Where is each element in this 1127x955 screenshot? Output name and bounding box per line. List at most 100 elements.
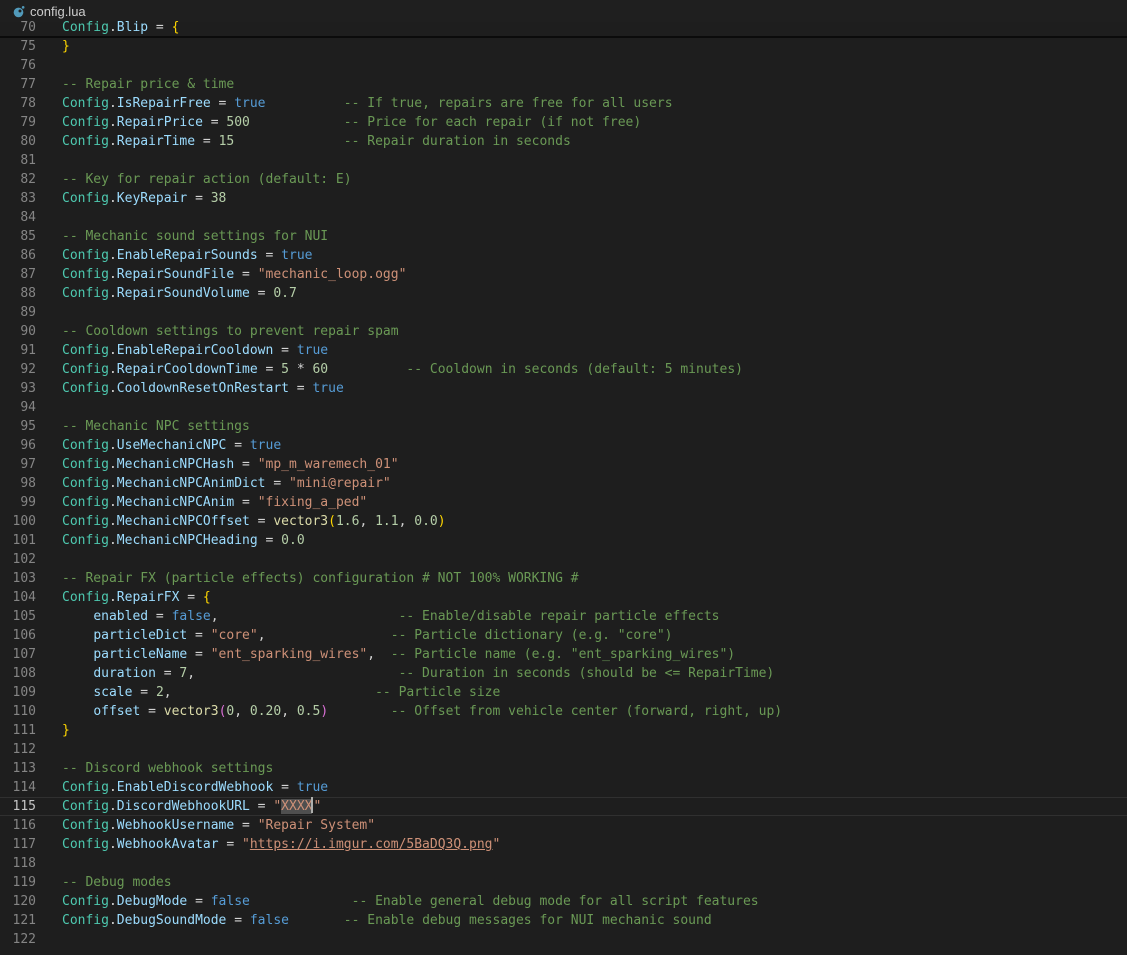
code-text[interactable]: Config.UseMechanicNPC = true (62, 436, 281, 455)
code-line[interactable]: 112 (0, 740, 1127, 759)
code-text[interactable]: } (62, 721, 70, 740)
code-line[interactable]: 101 Config.MechanicNPCHeading = 0.0 (0, 531, 1127, 550)
code-line[interactable]: 94 (0, 398, 1127, 417)
code-text[interactable]: Config.DiscordWebhookURL = "XXXX" (62, 797, 321, 816)
code-text[interactable]: Config.MechanicNPCAnimDict = "mini@repai… (62, 474, 391, 493)
code-text[interactable]: Config.DebugMode = false -- Enable gener… (62, 892, 759, 911)
code-text[interactable]: Config.EnableRepairCooldown = true (62, 341, 328, 360)
code-text[interactable]: -- Discord webhook settings (62, 759, 273, 778)
code-line[interactable]: 100 Config.MechanicNPCOffset = vector3(1.… (0, 512, 1127, 531)
code-token: . (108, 343, 117, 358)
code-token: RepairTime (116, 134, 196, 149)
code-line[interactable]: 110 offset = vector3(0, 0.20, 0.5) -- Of… (0, 702, 1127, 721)
code-text[interactable]: Config.EnableDiscordWebhook = true (62, 778, 328, 797)
code-line[interactable]: 91 Config.EnableRepairCooldown = true (0, 341, 1127, 360)
code-line[interactable]: 78 Config.IsRepairFree = true -- If true,… (0, 94, 1127, 113)
code-text[interactable]: } (62, 37, 70, 56)
code-line[interactable]: 117 Config.WebhookAvatar = "https://i.img… (0, 835, 1127, 854)
code-text[interactable]: Config.RepairPrice = 500 -- Price for ea… (62, 113, 641, 132)
code-text[interactable]: Config.DebugSoundMode = false -- Enable … (62, 911, 712, 930)
code-line[interactable]: 115 Config.DiscordWebhookURL = "XXXX" (0, 797, 1127, 816)
code-text[interactable]: Config.MechanicNPCHash = "mp_m_waremech_… (62, 455, 399, 474)
code-text[interactable]: Config.RepairCooldownTime = 5 * 60 -- Co… (62, 360, 743, 379)
code-text[interactable]: Config.IsRepairFree = true -- If true, r… (62, 94, 673, 113)
code-token: = (132, 685, 156, 700)
code-line[interactable]: 75} (0, 37, 1127, 56)
code-text[interactable]: -- Repair FX (particle effects) configur… (62, 569, 579, 588)
code-text[interactable]: particleName = "ent_sparking_wires", -- … (62, 645, 735, 664)
code-text[interactable]: Config.MechanicNPCAnim = "fixing_a_ped" (62, 493, 367, 512)
code-line[interactable]: 88 Config.RepairSoundVolume = 0.7 (0, 284, 1127, 303)
code-line[interactable]: 107 particleName = "ent_sparking_wires",… (0, 645, 1127, 664)
code-text[interactable]: particleDict = "core", -- Particle dicti… (62, 626, 672, 645)
code-line[interactable]: 106 particleDict = "core", -- Particle d… (0, 626, 1127, 645)
code-text[interactable]: Config.WebhookUsername = "Repair System" (62, 816, 375, 835)
code-line[interactable]: 97 Config.MechanicNPCHash = "mp_m_waremec… (0, 455, 1127, 474)
code-line[interactable]: 83 Config.KeyRepair = 38 (0, 189, 1127, 208)
code-line[interactable]: 122 (0, 930, 1127, 949)
code-line[interactable]: 99 Config.MechanicNPCAnim = "fixing_a_ped… (0, 493, 1127, 512)
code-text[interactable]: -- Repair price & time (62, 75, 234, 94)
code-line[interactable]: 82 -- Key for repair action (default: E) (0, 170, 1127, 189)
code-line[interactable]: 86 Config.EnableRepairSounds = true (0, 246, 1127, 265)
code-text[interactable]: -- Key for repair action (default: E) (62, 170, 352, 189)
code-line[interactable]: 103 -- Repair FX (particle effects) confi… (0, 569, 1127, 588)
code-text[interactable]: Config.CooldownResetOnRestart = true (62, 379, 344, 398)
code-line[interactable]: 105 enabled = false, -- Enable/disable r… (0, 607, 1127, 626)
line-number: 79 (20, 115, 36, 130)
code-line[interactable]: 93 Config.CooldownResetOnRestart = true (0, 379, 1127, 398)
code-text[interactable]: Config.WebhookAvatar = "https://i.imgur.… (62, 835, 500, 854)
code-line[interactable]: 90 -- Cooldown settings to prevent repair… (0, 322, 1127, 341)
code-token: RepairSoundVolume (116, 286, 250, 301)
code-line[interactable]: 108 duration = 7, -- Duration in seconds… (0, 664, 1127, 683)
code-line[interactable]: 116 Config.WebhookUsername = "Repair Syst… (0, 816, 1127, 835)
code-line[interactable]: 92 Config.RepairCooldownTime = 5 * 60 -- … (0, 360, 1127, 379)
code-line[interactable]: 85 -- Mechanic sound settings for NUI (0, 227, 1127, 246)
code-line[interactable]: 70 Config.Blip = { (0, 18, 1127, 37)
code-line[interactable]: 81 (0, 151, 1127, 170)
code-text[interactable]: Config.MechanicNPCOffset = vector3(1.6, … (62, 512, 446, 531)
code-line[interactable]: 98 Config.MechanicNPCAnimDict = "mini@rep… (0, 474, 1127, 493)
code-text[interactable]: offset = vector3(0, 0.20, 0.5) -- Offset… (62, 702, 782, 721)
code-editor[interactable]: 70 Config.Blip = {75} 76 77 -- Repair price … (0, 18, 1127, 955)
code-line[interactable]: 95 -- Mechanic NPC settings (0, 417, 1127, 436)
code-line[interactable]: 77 -- Repair price & time (0, 75, 1127, 94)
code-text[interactable]: Config.KeyRepair = 38 (62, 189, 226, 208)
code-text[interactable]: Config.EnableRepairSounds = true (62, 246, 312, 265)
code-line[interactable]: 121 Config.DebugSoundMode = false -- Enab… (0, 911, 1127, 930)
code-text[interactable]: Config.RepairFX = { (62, 588, 211, 607)
code-line[interactable]: 102 (0, 550, 1127, 569)
code-line[interactable]: 87 Config.RepairSoundFile = "mechanic_loo… (0, 265, 1127, 284)
code-text[interactable]: scale = 2, -- Particle size (62, 683, 500, 702)
code-text[interactable]: Config.MechanicNPCHeading = 0.0 (62, 531, 305, 550)
code-text[interactable]: Config.RepairTime = 15 -- Repair duratio… (62, 132, 571, 151)
code-line[interactable]: 96 Config.UseMechanicNPC = true (0, 436, 1127, 455)
code-line[interactable]: 84 (0, 208, 1127, 227)
code-line[interactable]: 109 scale = 2, -- Particle size (0, 683, 1127, 702)
code-line[interactable]: 79 Config.RepairPrice = 500 -- Price for … (0, 113, 1127, 132)
code-line[interactable]: 89 (0, 303, 1127, 322)
code-text[interactable]: enabled = false, -- Enable/disable repai… (62, 607, 719, 626)
code-text[interactable]: Config.Blip = { (62, 18, 179, 37)
code-text[interactable]: Config.RepairSoundVolume = 0.7 (62, 284, 297, 303)
code-line[interactable]: 76 (0, 56, 1127, 75)
code-line[interactable]: 80 Config.RepairTime = 15 -- Repair durat… (0, 132, 1127, 151)
code-line[interactable]: 104 Config.RepairFX = { (0, 588, 1127, 607)
code-text[interactable]: -- Mechanic NPC settings (62, 417, 250, 436)
code-line[interactable]: 120 Config.DebugMode = false -- Enable ge… (0, 892, 1127, 911)
line-number: 102 (12, 552, 36, 567)
code-line[interactable]: 119 -- Debug modes (0, 873, 1127, 892)
code-token: Config (62, 438, 109, 453)
code-text[interactable]: duration = 7, -- Duration in seconds (sh… (62, 664, 774, 683)
code-text[interactable]: -- Mechanic sound settings for NUI (62, 227, 328, 246)
code-text[interactable]: -- Debug modes (62, 873, 172, 892)
code-line[interactable]: 111} (0, 721, 1127, 740)
code-line[interactable]: 114 Config.EnableDiscordWebhook = true (0, 778, 1127, 797)
code-line[interactable]: 118 (0, 854, 1127, 873)
code-text[interactable]: -- Cooldown settings to prevent repair s… (62, 322, 399, 341)
code-token: = (187, 894, 211, 909)
line-number: 112 (12, 742, 36, 757)
code-text[interactable]: Config.RepairSoundFile = "mechanic_loop.… (62, 265, 406, 284)
code-line[interactable]: 113 -- Discord webhook settings (0, 759, 1127, 778)
